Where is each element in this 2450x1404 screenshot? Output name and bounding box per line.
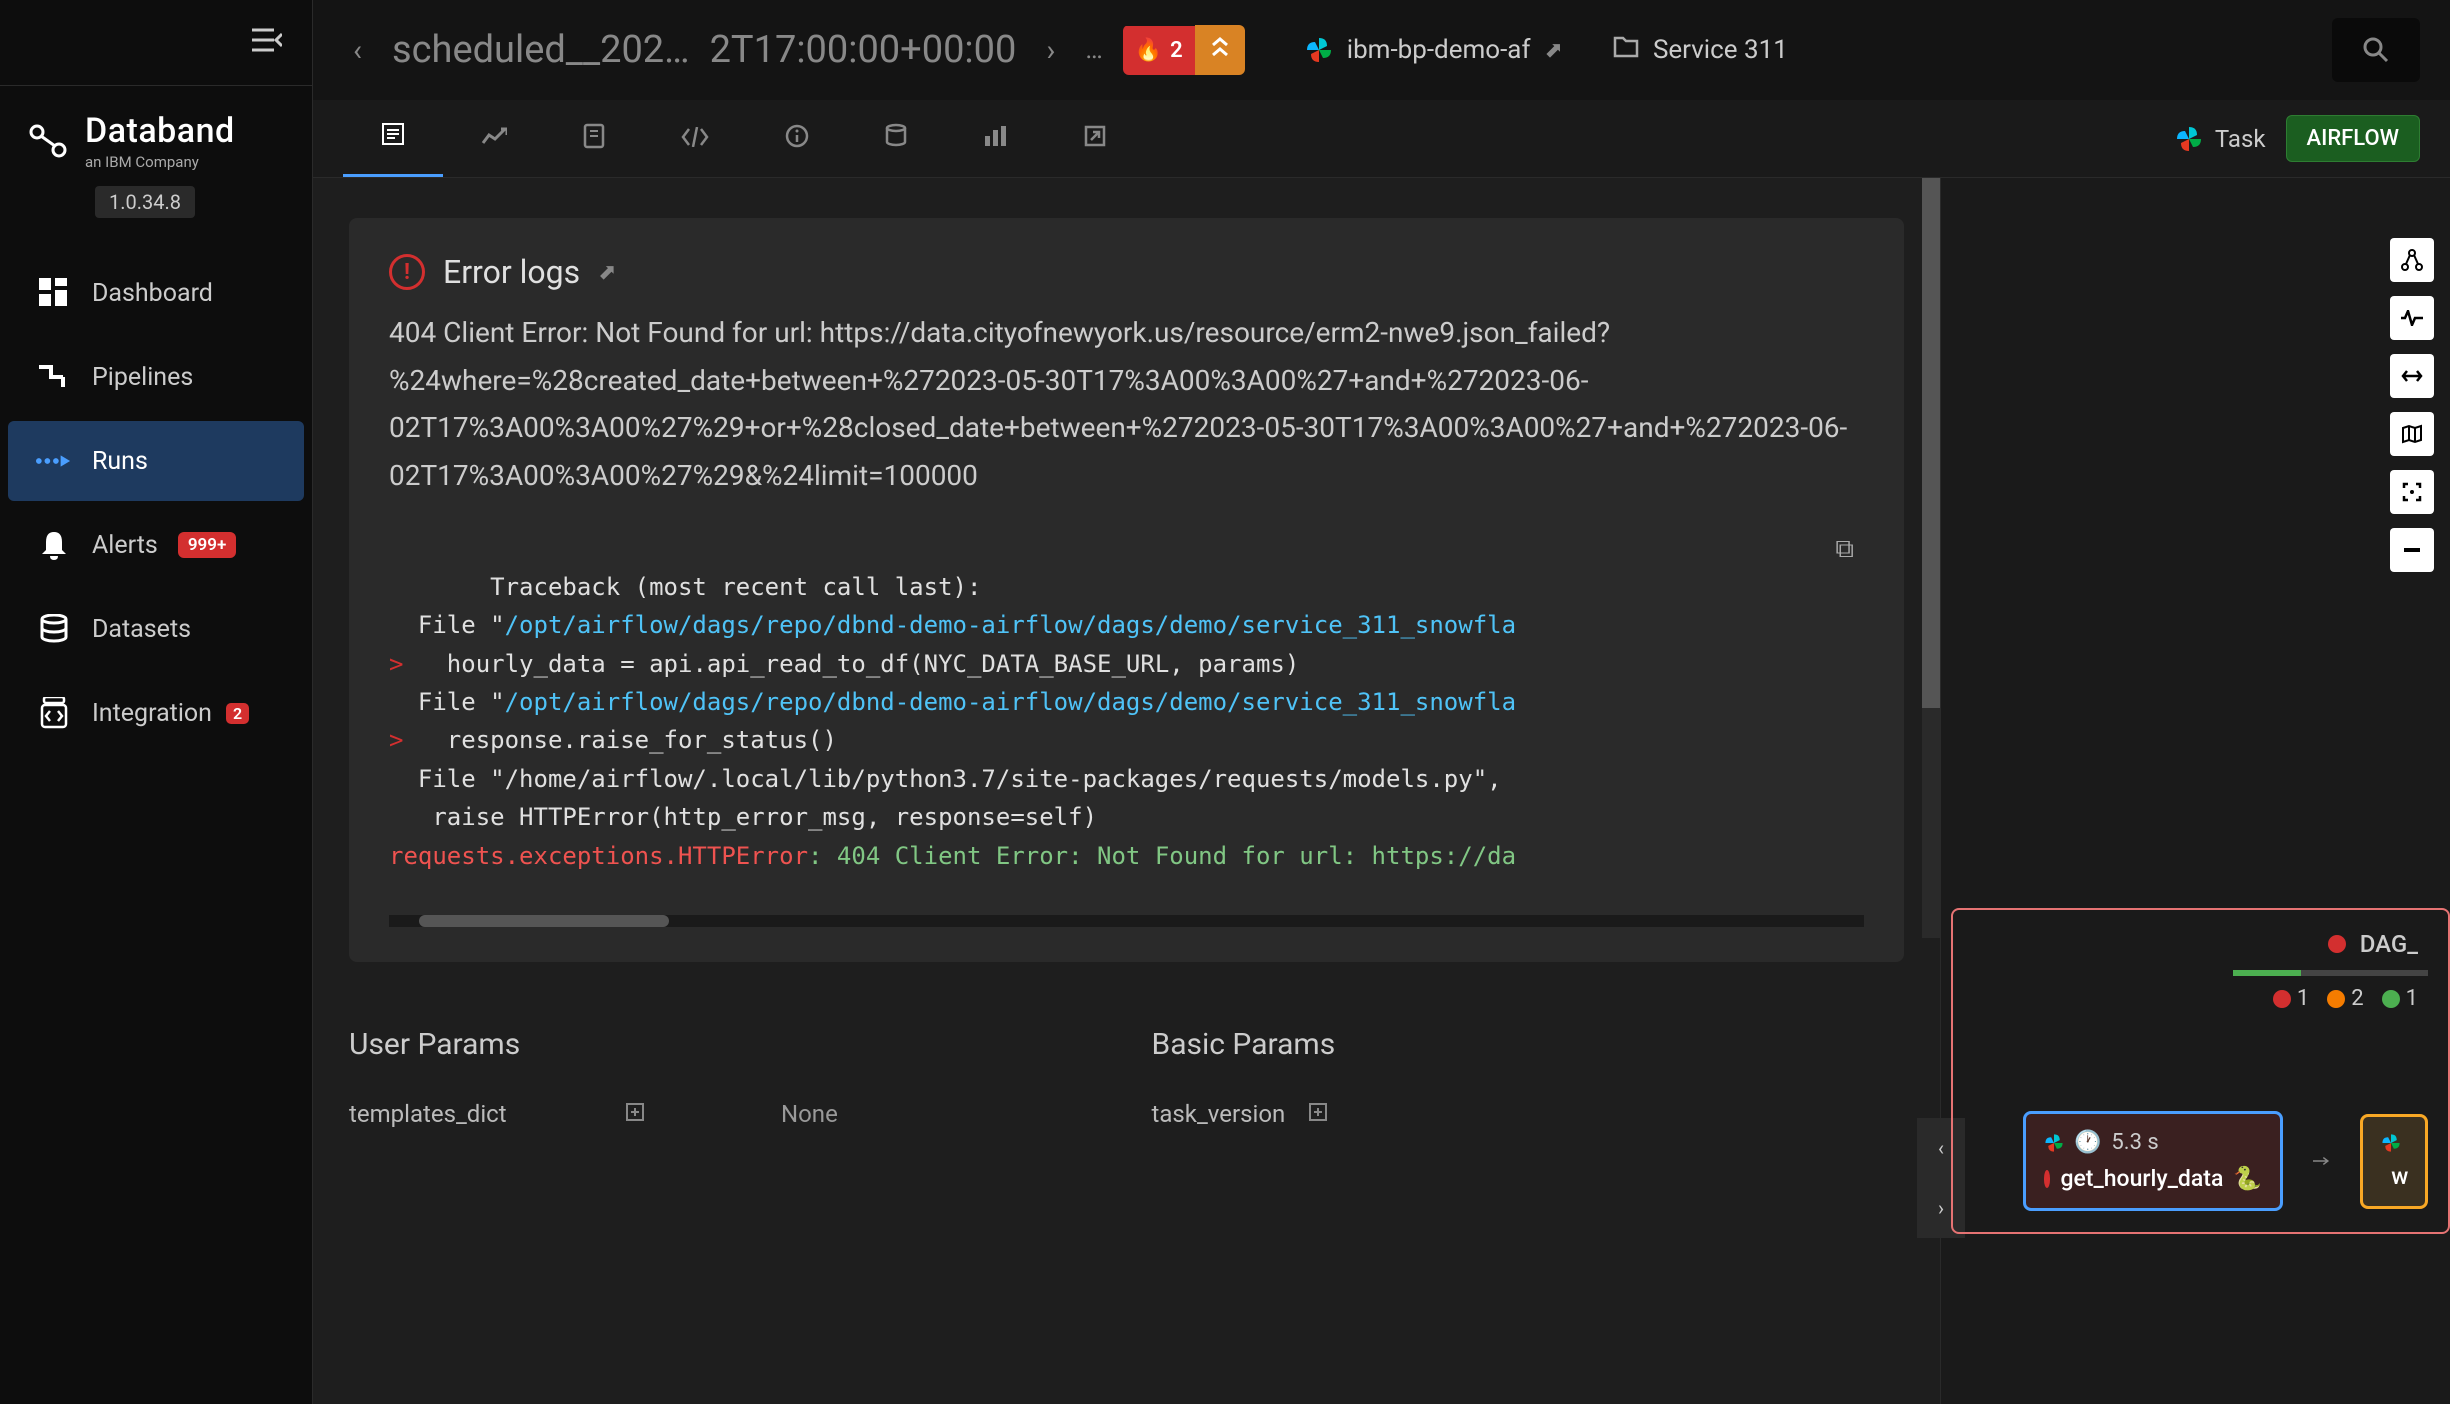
version-badge: 1.0.34.8 bbox=[95, 186, 195, 218]
dag-panel: ‹ › DAG_ 1 2 1 🕐 bbox=[1940, 178, 2450, 1404]
sidebar-item-runs[interactable]: Runs bbox=[8, 421, 304, 501]
sidebar-item-pipelines[interactable]: Pipelines bbox=[8, 337, 304, 417]
node-name: get_hourly_data bbox=[2060, 1165, 2223, 1192]
node-name: w bbox=[2391, 1163, 2408, 1190]
dag-progress bbox=[2233, 970, 2428, 976]
alerts-icon bbox=[36, 527, 72, 563]
sidebar-item-datasets[interactable]: Datasets bbox=[8, 589, 304, 669]
sidebar-item-dashboard[interactable]: Dashboard bbox=[8, 253, 304, 333]
folder-icon bbox=[1613, 35, 1639, 65]
tab-book[interactable] bbox=[545, 101, 643, 177]
tab-info[interactable] bbox=[747, 102, 847, 176]
airflow-pinwheel-icon bbox=[2044, 1133, 2064, 1153]
param-item: templates_dict None bbox=[349, 1100, 1102, 1128]
sidebar-item-label: Datasets bbox=[92, 615, 191, 644]
task-label: Task bbox=[2215, 125, 2266, 153]
basic-params-title: Basic Params bbox=[1152, 1027, 1905, 1062]
param-item: task_version bbox=[1152, 1100, 1905, 1128]
sidebar-item-label: Alerts bbox=[92, 531, 158, 560]
dag-node-next[interactable]: w bbox=[2360, 1114, 2428, 1209]
fire-icon: 🔥 bbox=[1135, 38, 1162, 63]
databand-logo-icon bbox=[25, 120, 71, 162]
external-link-icon[interactable]: ⬈ bbox=[598, 260, 616, 285]
next-arrow-icon[interactable]: › bbox=[1036, 29, 1065, 72]
tab-external[interactable] bbox=[1045, 102, 1145, 176]
user-params-title: User Params bbox=[349, 1027, 1102, 1062]
alerts-badge: 999+ bbox=[178, 532, 236, 558]
tab-bar: Task AIRFLOW bbox=[313, 100, 2450, 178]
sidebar-item-alerts[interactable]: Alerts 999+ bbox=[8, 505, 304, 585]
map-icon[interactable] bbox=[2390, 412, 2434, 456]
sidebar-item-integration[interactable]: Integration 2 bbox=[8, 673, 304, 753]
arrow-right-icon bbox=[2313, 1151, 2330, 1171]
minus-icon[interactable] bbox=[2390, 528, 2434, 572]
tab-logs[interactable] bbox=[343, 100, 443, 177]
traceback: ⧉ Traceback (most recent call last): Fil… bbox=[389, 529, 1864, 895]
vertical-scrollbar[interactable] bbox=[1922, 178, 1940, 938]
pipelines-icon bbox=[36, 359, 72, 395]
task-pill: Task bbox=[2155, 125, 2286, 153]
airflow-pinwheel-icon bbox=[2175, 125, 2203, 153]
horizontal-scrollbar[interactable] bbox=[389, 915, 1864, 927]
source-label: ibm-bp-demo-af bbox=[1347, 35, 1531, 65]
search-area[interactable] bbox=[2332, 18, 2420, 82]
dag-title: DAG_ bbox=[2360, 930, 2418, 958]
tab-data[interactable] bbox=[847, 101, 945, 177]
fire-count: 2 bbox=[1170, 38, 1183, 63]
dashboard-icon bbox=[36, 275, 72, 311]
python-icon: 🐍 bbox=[2233, 1165, 2262, 1192]
runs-icon bbox=[36, 443, 72, 479]
clock-icon: 🕐 bbox=[2074, 1130, 2101, 1155]
sidebar-item-label: Pipelines bbox=[92, 363, 193, 392]
expand-icon[interactable] bbox=[1308, 1100, 1328, 1128]
source-link[interactable]: ibm-bp-demo-af ⬈ bbox=[1305, 35, 1563, 65]
integration-icon bbox=[36, 695, 72, 731]
fit-width-icon[interactable] bbox=[2390, 354, 2434, 398]
error-title: Error logs bbox=[443, 253, 580, 291]
error-icon: ! bbox=[389, 254, 425, 290]
brand-subtitle: an IBM Company bbox=[85, 153, 235, 171]
more-menu-icon[interactable]: … bbox=[1085, 35, 1102, 65]
breadcrumb-part2: 2T17:00:00+00:00 bbox=[710, 28, 1017, 72]
service-link[interactable]: Service 311 bbox=[1613, 35, 1788, 65]
prev-arrow-icon[interactable]: ‹ bbox=[343, 29, 372, 72]
fullscreen-icon[interactable] bbox=[2390, 470, 2434, 514]
status-dot-red-icon bbox=[2044, 1170, 2050, 1188]
collapse-up-icon[interactable] bbox=[1195, 25, 1245, 75]
sidebar-collapse-icon[interactable] bbox=[252, 26, 282, 59]
status-dot-red-icon bbox=[2328, 935, 2346, 953]
node-duration: 5.3 s bbox=[2111, 1130, 2158, 1155]
airflow-button[interactable]: AIRFLOW bbox=[2286, 115, 2421, 162]
sidebar-item-label: Integration bbox=[92, 699, 212, 728]
copy-icon[interactable]: ⧉ bbox=[1835, 529, 1854, 571]
brand: Databand an IBM Company bbox=[0, 86, 312, 186]
airflow-pinwheel-icon bbox=[1305, 36, 1333, 64]
tab-code[interactable] bbox=[643, 103, 747, 175]
external-link-icon[interactable]: ⬈ bbox=[1545, 38, 1563, 63]
top-bar: ‹ scheduled__202… 2T17:00:00+00:00 › … 🔥… bbox=[313, 0, 2450, 100]
dag-stats: 1 2 1 bbox=[1973, 986, 2428, 1011]
error-summary: 404 Client Error: Not Found for url: htt… bbox=[389, 309, 1864, 499]
dag-canvas[interactable]: DAG_ 1 2 1 🕐 5.3 s bbox=[1951, 908, 2450, 1234]
expand-icon[interactable] bbox=[625, 1100, 645, 1128]
breadcrumb-part1: scheduled__202… bbox=[392, 28, 690, 72]
alert-fire-badge[interactable]: 🔥 2 bbox=[1123, 25, 1245, 75]
integration-badge: 2 bbox=[226, 703, 249, 724]
graph-layout-icon[interactable] bbox=[2390, 238, 2434, 282]
brand-name: Databand bbox=[85, 111, 235, 151]
airflow-pinwheel-icon bbox=[2381, 1133, 2401, 1153]
error-card: ! Error logs ⬈ 404 Client Error: Not Fou… bbox=[349, 218, 1904, 962]
sidebar-item-label: Runs bbox=[92, 447, 148, 476]
tab-chart[interactable] bbox=[945, 102, 1045, 176]
sidebar-item-label: Dashboard bbox=[92, 279, 213, 308]
activity-icon[interactable] bbox=[2390, 296, 2434, 340]
datasets-icon bbox=[36, 611, 72, 647]
search-icon bbox=[2362, 36, 2390, 64]
service-label: Service 311 bbox=[1653, 35, 1788, 65]
tab-metrics[interactable] bbox=[443, 103, 545, 175]
dag-node-get-hourly-data[interactable]: 🕐 5.3 s get_hourly_data 🐍 bbox=[2023, 1111, 2283, 1211]
